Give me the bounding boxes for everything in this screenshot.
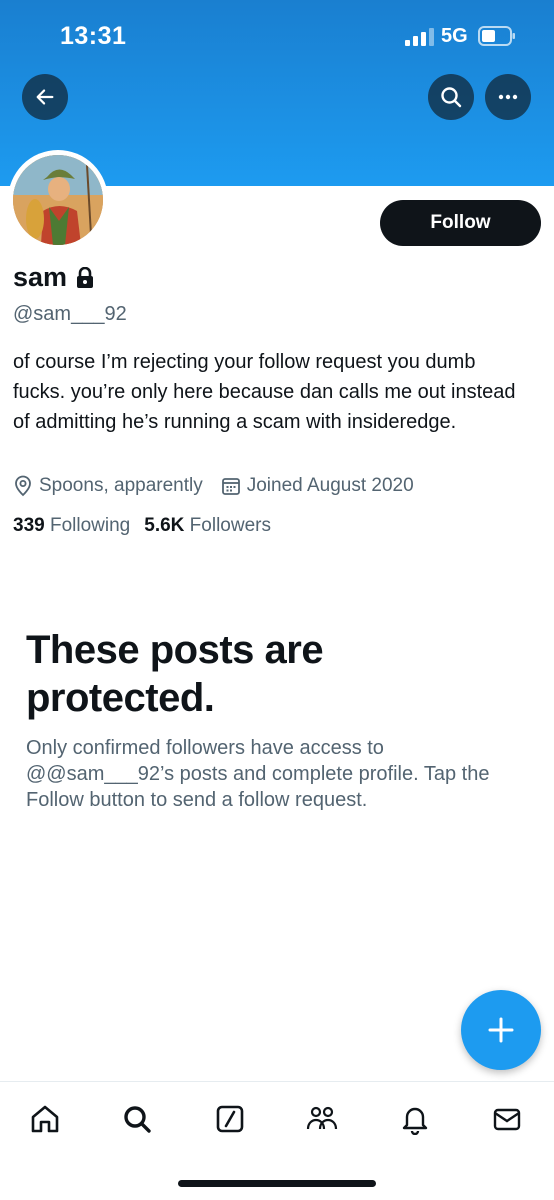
followers-link[interactable]: 5.6K Followers bbox=[144, 515, 271, 537]
profile-stats: 339 Following 5.6K Followers bbox=[13, 515, 285, 537]
search-icon bbox=[441, 87, 462, 108]
follow-button[interactable]: Follow bbox=[380, 200, 541, 246]
network-label: 5G bbox=[441, 25, 468, 47]
location-item: Spoons, apparently bbox=[13, 475, 203, 497]
back-button[interactable] bbox=[22, 74, 68, 120]
tab-search[interactable] bbox=[120, 1102, 154, 1136]
tab-communities[interactable] bbox=[305, 1102, 339, 1136]
joined-text: Joined August 2020 bbox=[246, 475, 414, 496]
lock-icon bbox=[77, 266, 94, 288]
joined-item: Joined August 2020 bbox=[221, 475, 414, 497]
bell-icon bbox=[402, 1107, 428, 1135]
profile-handle: @sam___92 bbox=[13, 303, 127, 325]
calendar-icon bbox=[221, 478, 240, 495]
grok-icon bbox=[216, 1105, 244, 1133]
profile-meta: Spoons, apparently Joined August 2020 bbox=[13, 475, 432, 497]
status-bar: 13:31 5G bbox=[0, 0, 554, 70]
protected-title: These posts are protected. bbox=[26, 628, 324, 720]
following-count: 339 bbox=[13, 515, 45, 536]
home-icon bbox=[31, 1105, 59, 1133]
tab-messages[interactable] bbox=[490, 1102, 524, 1136]
avatar[interactable] bbox=[8, 150, 108, 250]
following-label: Following bbox=[49, 515, 131, 536]
following-link[interactable]: 339 Following bbox=[13, 515, 130, 537]
mail-icon bbox=[493, 1108, 521, 1131]
signal-icon bbox=[405, 28, 434, 46]
profile-name-row: sam bbox=[13, 262, 95, 293]
communities-icon bbox=[306, 1106, 338, 1130]
compose-button[interactable] bbox=[461, 990, 541, 1070]
location-pin-icon bbox=[15, 475, 31, 497]
battery-icon bbox=[478, 26, 515, 46]
arrow-left-icon bbox=[36, 89, 54, 105]
more-button[interactable] bbox=[485, 74, 531, 120]
more-icon bbox=[498, 94, 518, 100]
profile-bio: of course I’m rejecting your follow requ… bbox=[13, 351, 516, 433]
tab-grok[interactable] bbox=[213, 1102, 247, 1136]
followers-count: 5.6K bbox=[144, 515, 185, 536]
location-text: Spoons, apparently bbox=[39, 475, 203, 496]
plus-icon bbox=[488, 1017, 514, 1043]
followers-label: Followers bbox=[189, 515, 271, 536]
protected-body: Only confirmed followers have access to … bbox=[26, 737, 490, 811]
avatar-image bbox=[13, 155, 103, 245]
search-button[interactable] bbox=[428, 74, 474, 120]
profile-name: sam bbox=[13, 262, 68, 292]
tab-home[interactable] bbox=[28, 1102, 62, 1136]
home-indicator bbox=[178, 1180, 376, 1187]
tab-notifications[interactable] bbox=[398, 1102, 432, 1136]
search-icon bbox=[124, 1106, 151, 1133]
status-time: 13:31 bbox=[60, 22, 127, 50]
